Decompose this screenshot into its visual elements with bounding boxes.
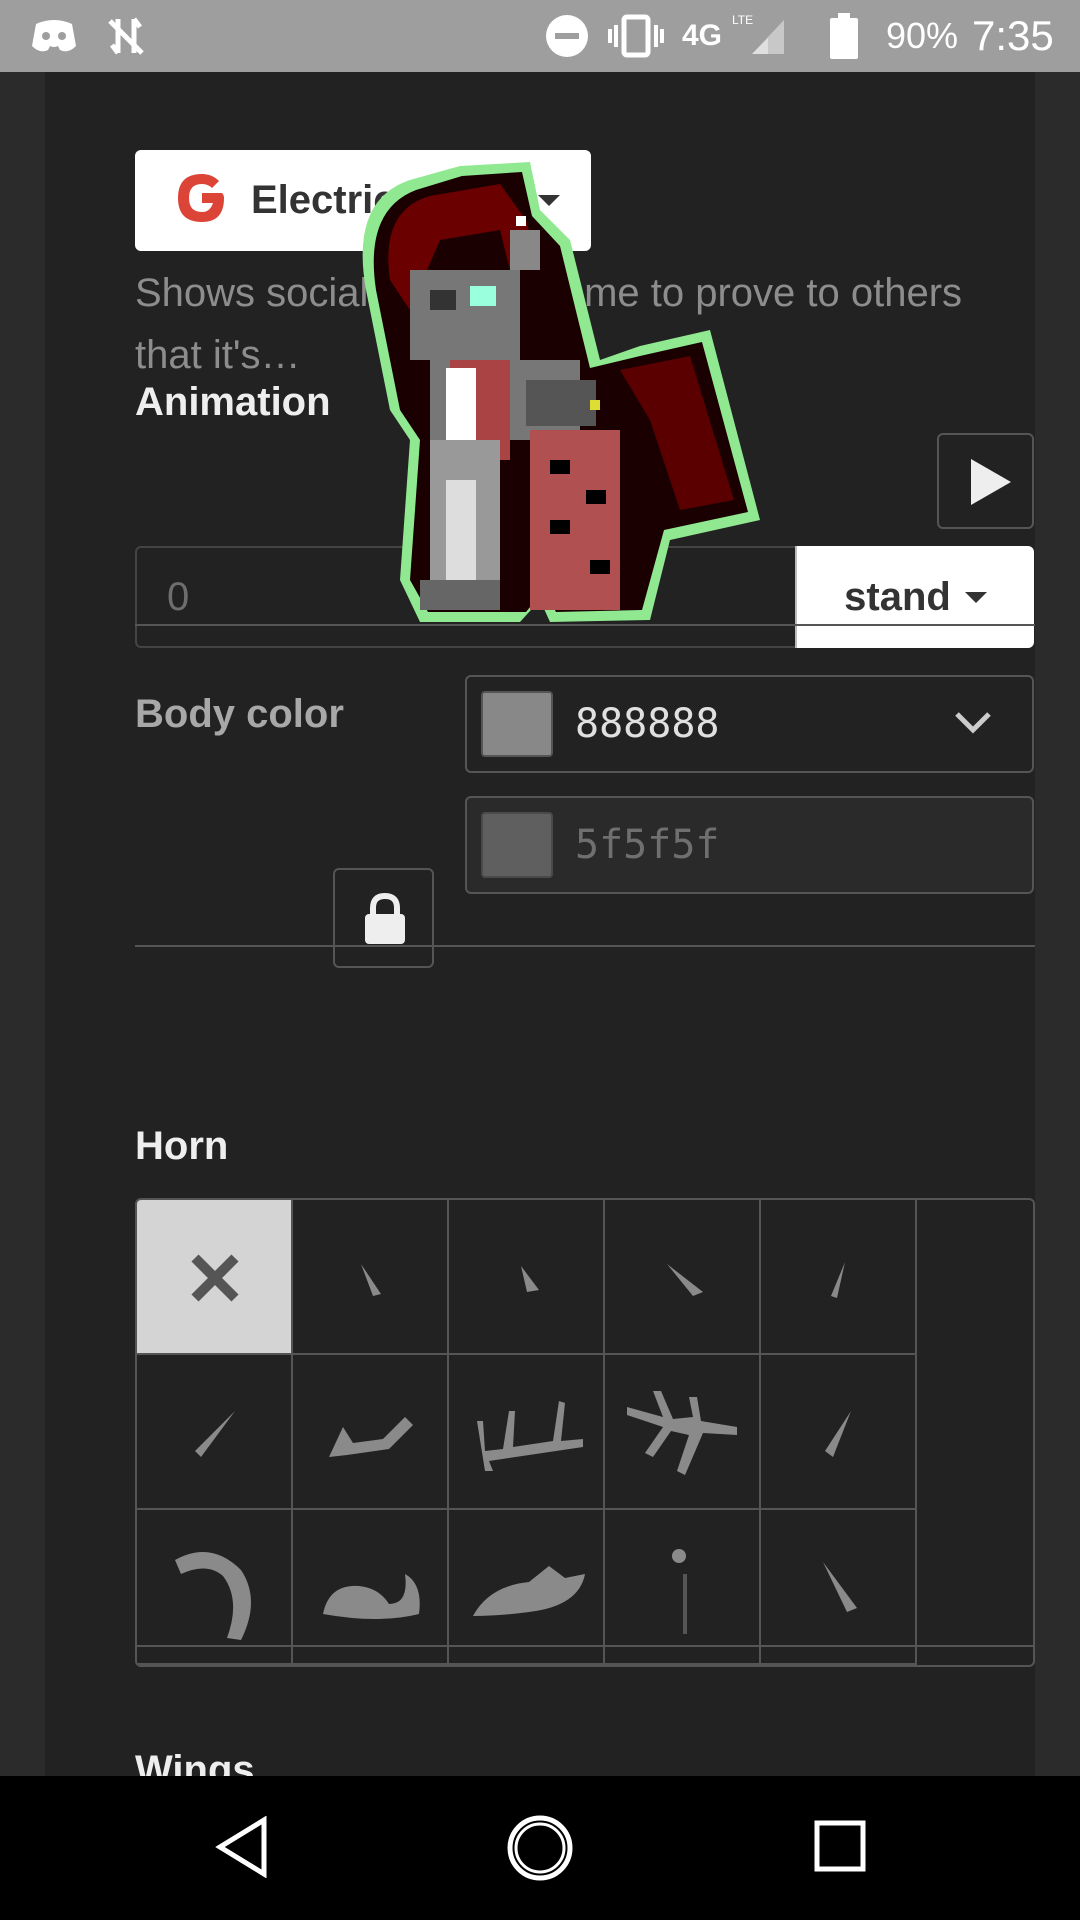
- horn-option[interactable]: [761, 1510, 917, 1665]
- horn-option[interactable]: [605, 1510, 761, 1665]
- animation-state-dropdown[interactable]: stand: [795, 546, 1034, 648]
- horn-6-icon: [825, 1411, 851, 1457]
- horn-option[interactable]: [761, 1200, 917, 1355]
- play-icon: [967, 457, 1013, 512]
- antler-2-icon: [477, 1401, 583, 1471]
- horn-4-icon: [831, 1262, 845, 1298]
- discord-icon: [30, 0, 78, 72]
- horn-option[interactable]: [605, 1200, 761, 1355]
- wings-label: Wings: [135, 1748, 255, 1776]
- horn-option[interactable]: [761, 1355, 917, 1510]
- horn-option-none[interactable]: [137, 1200, 293, 1355]
- body-color-label: Body color: [135, 692, 344, 736]
- body-color-select[interactable]: 888888: [465, 675, 1034, 773]
- body-color-swatch: [481, 691, 553, 757]
- horn-option[interactable]: [293, 1355, 449, 1510]
- swept-horn-2-icon: [473, 1566, 585, 1616]
- sync-off-icon: [108, 0, 144, 72]
- do-not-disturb-icon: [544, 0, 590, 72]
- animation-label: Animation: [135, 380, 331, 424]
- back-icon[interactable]: [214, 1815, 270, 1883]
- horn-option[interactable]: [605, 1355, 761, 1510]
- lock-button[interactable]: [333, 868, 434, 968]
- horn-label: Horn: [135, 1124, 229, 1168]
- horn-3-icon: [667, 1264, 703, 1296]
- chevron-down-icon: [954, 711, 992, 740]
- swept-horn-1-icon: [323, 1574, 420, 1619]
- horn-option[interactable]: [449, 1200, 605, 1355]
- vibrate-icon: [608, 0, 664, 72]
- divider: [135, 1645, 1035, 1647]
- horn-option[interactable]: [293, 1510, 449, 1665]
- antler-1-icon: [329, 1417, 413, 1457]
- horn-option[interactable]: [449, 1510, 605, 1665]
- clock: 7:35: [972, 12, 1054, 59]
- signal-icon: [750, 0, 786, 72]
- recents-icon[interactable]: [814, 1820, 866, 1877]
- navigation-bar: [0, 1776, 1080, 1920]
- pony-preview[interactable]: [350, 160, 770, 635]
- horn-option[interactable]: [137, 1355, 293, 1510]
- body-outline-color-swatch: [481, 812, 553, 878]
- horn-option[interactable]: [293, 1200, 449, 1355]
- google-icon: [175, 171, 229, 230]
- animation-state-label: stand: [844, 574, 951, 619]
- body-outline-color-hex: 5f5f5f: [575, 822, 720, 868]
- play-button[interactable]: [937, 433, 1034, 529]
- horn-5-icon: [195, 1411, 235, 1457]
- battery-percent: 90%: [886, 15, 959, 56]
- curved-horn-icon: [175, 1552, 251, 1640]
- chevron-down-icon: [964, 591, 987, 603]
- horn-grid: [135, 1198, 1035, 1667]
- body-color-hex: 888888: [575, 701, 720, 747]
- horn-2-icon: [521, 1266, 539, 1292]
- horn-7-icon: [823, 1562, 857, 1612]
- antler-3-icon: [627, 1391, 737, 1475]
- network-indicator: 4G LTE: [682, 0, 753, 72]
- close-icon: [189, 1252, 241, 1309]
- horn-option[interactable]: [449, 1355, 605, 1510]
- pony-sprite-image: [362, 162, 760, 622]
- body-outline-color-select[interactable]: 5f5f5f: [465, 796, 1034, 894]
- status-bar: 4G LTE 90% 7:35: [0, 0, 1080, 72]
- horn-1-icon: [361, 1264, 381, 1296]
- horn-option[interactable]: [137, 1510, 293, 1665]
- network-type: 4G: [682, 19, 723, 52]
- thin-horn-icon: [672, 1549, 687, 1634]
- divider: [135, 945, 1035, 947]
- lock-icon: [363, 892, 407, 951]
- home-icon[interactable]: [506, 1814, 574, 1887]
- frame-input-placeholder: 0: [167, 575, 190, 619]
- battery-icon: [830, 0, 858, 72]
